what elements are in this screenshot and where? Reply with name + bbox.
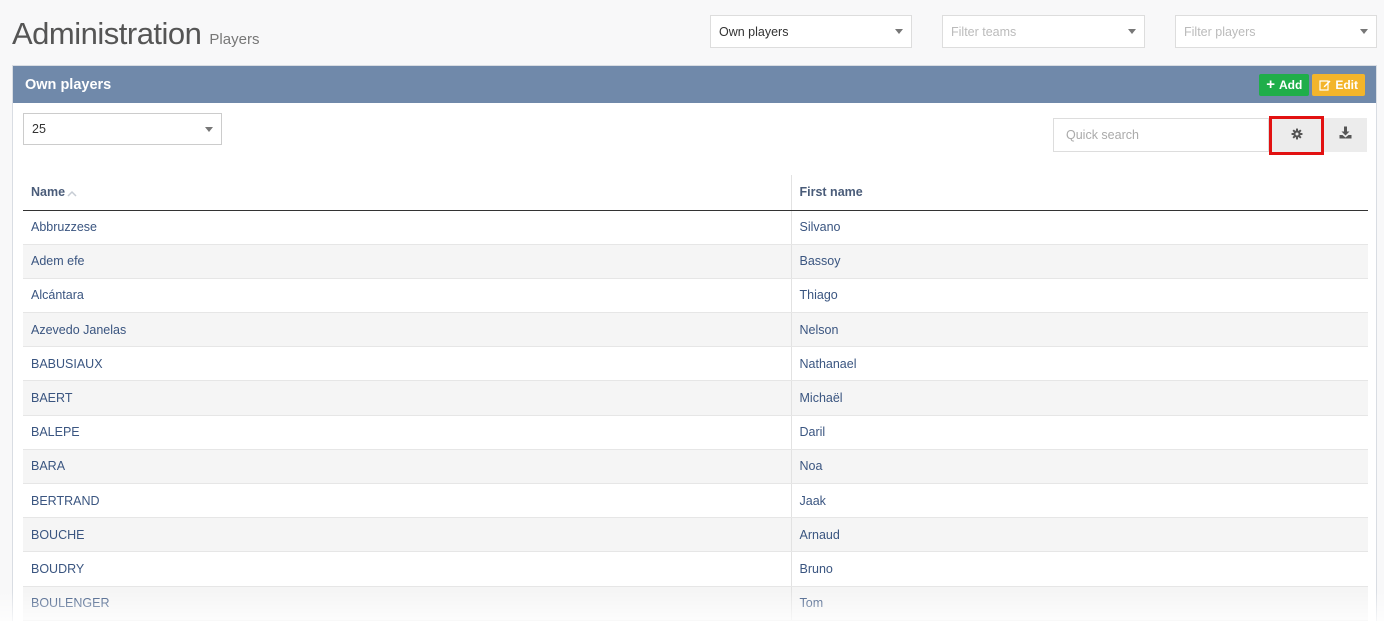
player-name-cell[interactable]: Adem efe (23, 244, 791, 279)
column-header-name-label: Name (31, 184, 66, 199)
chevron-down-icon (1360, 29, 1368, 34)
players-panel: Own players + Add Edit 25 Quick search N… (12, 65, 1377, 621)
player-first-name-cell[interactable]: Nelson (790, 312, 1368, 348)
plus-icon: + (1266, 76, 1275, 93)
table-row[interactable]: Abbruzzese Silvano (23, 210, 1368, 245)
player-first-name-cell[interactable]: Bassoy (790, 244, 1368, 279)
add-button[interactable]: + Add (1259, 73, 1310, 96)
table-row[interactable]: BAERT Michaël (23, 380, 1368, 416)
player-name-cell[interactable]: BALEPE (23, 415, 791, 450)
edit-icon (1319, 79, 1331, 91)
player-first-name-cell[interactable]: Nathanael (790, 346, 1368, 382)
table-row[interactable]: BALEPE Daril (23, 415, 1368, 450)
player-first-name-cell[interactable]: Tom (790, 586, 1368, 621)
table-row[interactable]: BOUCHE Arnaud (23, 517, 1368, 553)
table-row[interactable]: Adem efe Bassoy (23, 244, 1368, 279)
add-button-label: Add (1279, 77, 1303, 92)
table-row[interactable]: BERTRAND Jaak (23, 483, 1368, 519)
player-first-name-cell[interactable]: Jaak (790, 483, 1368, 519)
player-first-name-cell[interactable]: Daril (790, 415, 1368, 450)
column-header-first-name[interactable]: First name (790, 175, 1368, 211)
scope-select-value: Own players (719, 24, 789, 39)
player-name-cell[interactable]: Abbruzzese (23, 210, 791, 245)
player-name-cell[interactable]: BABUSIAUX (23, 346, 791, 382)
player-name-cell[interactable]: Azevedo Janelas (23, 312, 791, 348)
panel-heading: Own players + Add Edit (13, 66, 1376, 103)
chevron-down-icon (895, 29, 903, 34)
column-header-first-name-label: First name (799, 185, 863, 200)
player-name-cell[interactable]: BERTRAND (23, 483, 791, 519)
gear-icon (1291, 127, 1303, 145)
player-name-cell[interactable]: BAERT (23, 380, 791, 416)
scope-select[interactable]: Own players (710, 15, 912, 48)
players-table: Name First name Abbruzzese Silvano Adem ef… (23, 175, 1368, 621)
table-row[interactable]: BABUSIAUX Nathanael (23, 346, 1368, 382)
filter-players-placeholder: Filter players (1184, 24, 1256, 39)
player-first-name-cell[interactable]: Michaël (790, 380, 1368, 416)
filter-players-select[interactable]: Filter players (1175, 15, 1377, 48)
edit-button[interactable]: Edit (1312, 73, 1365, 96)
player-first-name-cell[interactable]: Silvano (790, 210, 1368, 245)
player-name-cell[interactable]: BOUDRY (23, 551, 791, 587)
page-title: Administration (12, 16, 202, 51)
chevron-down-icon (1128, 29, 1136, 34)
table-body: Abbruzzese Silvano Adem efe Bassoy Alcántara… (23, 210, 1368, 621)
player-first-name-cell[interactable]: Bruno (790, 551, 1368, 587)
sort-ascending-icon (67, 186, 77, 200)
download-icon (1339, 126, 1352, 144)
player-name-cell[interactable]: BOUCHE (23, 517, 791, 553)
player-name-cell[interactable]: BOULENGER (23, 586, 791, 621)
page-subtitle: Players (209, 31, 260, 48)
player-first-name-cell[interactable]: Thiago (790, 278, 1368, 314)
player-first-name-cell[interactable]: Arnaud (790, 517, 1368, 553)
player-name-cell[interactable]: Alcántara (23, 278, 791, 314)
edit-button-label: Edit (1335, 77, 1358, 92)
download-button[interactable] (1324, 118, 1367, 152)
column-settings-button[interactable] (1269, 116, 1324, 155)
player-name-cell[interactable]: BARA (23, 449, 791, 485)
table-row[interactable]: Alcántara Thiago (23, 278, 1368, 314)
page-header: Administration Players (12, 16, 259, 52)
column-header-name[interactable]: Name (23, 175, 791, 211)
player-first-name-cell[interactable]: Noa (790, 449, 1368, 485)
table-row[interactable]: BARA Noa (23, 449, 1368, 485)
page-size-select[interactable]: 25 (23, 113, 222, 145)
panel-actions: + Add Edit (1259, 73, 1365, 96)
chevron-down-icon (205, 126, 213, 132)
panel-title: Own players (25, 76, 112, 93)
quick-search-input[interactable] (1053, 118, 1269, 152)
table-row[interactable]: BOULENGER Tom (23, 586, 1368, 621)
table-row[interactable]: BOUDRY Bruno (23, 551, 1368, 587)
page-size-value: 25 (32, 122, 46, 136)
table-row[interactable]: Azevedo Janelas Nelson (23, 312, 1368, 348)
table-header-row: Name First name (23, 175, 1368, 211)
filter-teams-select[interactable]: Filter teams (942, 15, 1145, 48)
filter-teams-placeholder: Filter teams (951, 24, 1017, 39)
